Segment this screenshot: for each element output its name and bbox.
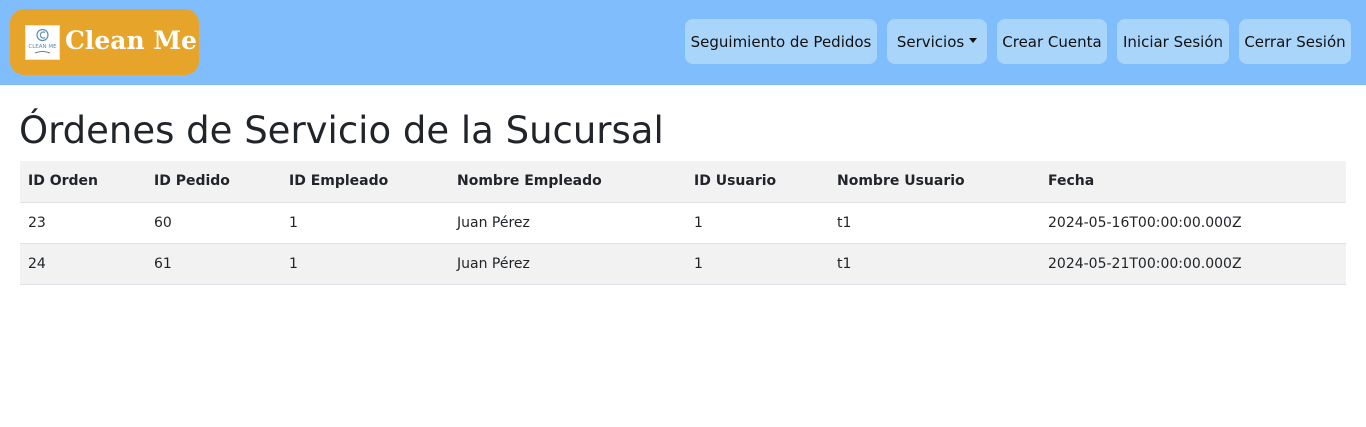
cell-id-pedido: 61 bbox=[146, 243, 281, 285]
cell-nombre-usuario: t1 bbox=[829, 202, 1040, 244]
cell-nombre-empleado: Juan Pérez bbox=[449, 243, 686, 285]
nav-servicios-dropdown[interactable]: Servicios bbox=[887, 19, 987, 64]
cell-id-usuario: 1 bbox=[686, 243, 829, 285]
brand-home-link[interactable]: CLEAN ME Clean Me bbox=[10, 9, 199, 75]
cell-nombre-usuario: t1 bbox=[829, 243, 1040, 285]
nav-cerrar-sesion[interactable]: Cerrar Sesión bbox=[1239, 19, 1351, 64]
orders-table: ID Orden ID Pedido ID Empleado Nombre Em… bbox=[20, 161, 1346, 285]
cell-id-orden: 23 bbox=[20, 202, 146, 244]
header-id-orden: ID Orden bbox=[20, 161, 146, 203]
brand-logo-text: CLEAN ME bbox=[28, 44, 57, 50]
header-nombre-empleado: Nombre Empleado bbox=[449, 161, 686, 203]
table-header-row: ID Orden ID Pedido ID Empleado Nombre Em… bbox=[20, 161, 1346, 203]
brand-name: Clean Me bbox=[65, 26, 197, 55]
header-id-pedido: ID Pedido bbox=[146, 161, 281, 203]
header-nombre-usuario: Nombre Usuario bbox=[829, 161, 1040, 203]
table-row: 23 60 1 Juan Pérez 1 t1 2024-05-16T00:00… bbox=[20, 202, 1346, 244]
caret-down-icon bbox=[969, 38, 978, 43]
navbar: CLEAN ME Clean Me Seguimiento de Pedidos… bbox=[0, 0, 1366, 85]
header-fecha: Fecha bbox=[1040, 161, 1346, 203]
brand-logo: CLEAN ME bbox=[25, 25, 60, 60]
cell-id-empleado: 1 bbox=[281, 202, 449, 244]
cell-id-orden: 24 bbox=[20, 243, 146, 285]
nav-iniciar-sesion[interactable]: Iniciar Sesión bbox=[1117, 19, 1229, 64]
cell-fecha: 2024-05-21T00:00:00.000Z bbox=[1040, 243, 1346, 285]
cell-id-usuario: 1 bbox=[686, 202, 829, 244]
cell-nombre-empleado: Juan Pérez bbox=[449, 202, 686, 244]
nav-seguimiento-pedidos[interactable]: Seguimiento de Pedidos bbox=[685, 19, 877, 64]
header-id-empleado: ID Empleado bbox=[281, 161, 449, 203]
cell-id-pedido: 60 bbox=[146, 202, 281, 244]
page-title: Órdenes de Servicio de la Sucursal bbox=[19, 109, 664, 152]
nav-servicios-label: Servicios bbox=[896, 32, 965, 51]
nav-crear-cuenta[interactable]: Crear Cuenta bbox=[997, 19, 1107, 64]
table-row: 24 61 1 Juan Pérez 1 t1 2024-05-21T00:00… bbox=[20, 243, 1346, 285]
cell-fecha: 2024-05-16T00:00:00.000Z bbox=[1040, 202, 1346, 244]
cell-id-empleado: 1 bbox=[281, 243, 449, 285]
header-id-usuario: ID Usuario bbox=[686, 161, 829, 203]
